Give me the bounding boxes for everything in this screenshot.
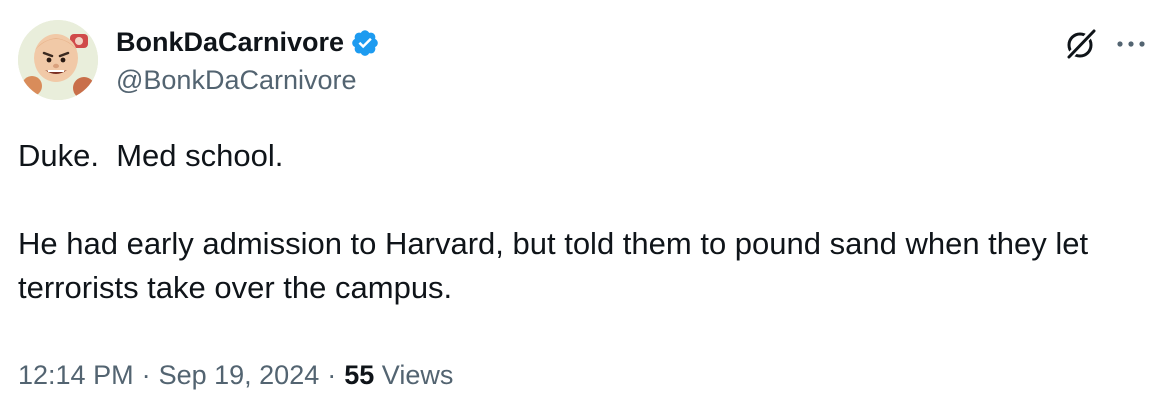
avatar-image: [18, 20, 98, 100]
avatar[interactable]: [18, 20, 98, 100]
tweet-metadata: 12:14 PM · Sep 19, 2024 · 55 Views: [18, 357, 453, 393]
grok-icon[interactable]: [1063, 26, 1099, 62]
tweet-paragraph-2: He had early admission to Harvard, but t…: [18, 226, 1097, 305]
more-icon[interactable]: [1114, 30, 1148, 58]
author-name-row: BonkDaCarnivore: [116, 24, 380, 60]
author-display-name[interactable]: BonkDaCarnivore: [116, 24, 344, 60]
author-handle[interactable]: @BonkDaCarnivore: [116, 62, 357, 98]
separator-dot: ·: [327, 360, 337, 390]
tweet-text: Duke. Med school. He had early admission…: [18, 134, 1148, 310]
verified-badge-icon[interactable]: [350, 28, 380, 58]
tweet-paragraph-1: Duke. Med school.: [18, 138, 284, 173]
views-count: 55: [344, 360, 375, 390]
tweet-time[interactable]: 12:14 PM: [18, 360, 134, 390]
tweet-card[interactable]: BonkDaCarnivore @BonkDaCarnivore Duke. M…: [0, 0, 1170, 418]
tweet-date[interactable]: Sep 19, 2024: [159, 360, 320, 390]
views-label: Views: [381, 360, 454, 390]
separator-dot: ·: [141, 360, 151, 390]
